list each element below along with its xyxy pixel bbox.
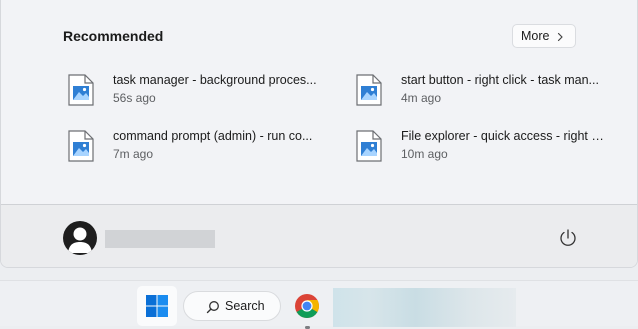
start-menu-panel: Recommended More task manager - backgrou…: [0, 0, 638, 268]
more-button-label: More: [521, 29, 550, 43]
image-file-icon: [356, 74, 382, 106]
item-time: 4m ago: [401, 91, 442, 105]
item-time: 7m ago: [113, 147, 154, 161]
recommended-item[interactable]: task manager - background proces... 56s …: [68, 72, 328, 112]
recommended-header: Recommended More: [63, 24, 576, 50]
item-name: start button - right click - task man...: [401, 73, 599, 87]
recommended-item[interactable]: command prompt (admin) - run co... 7m ag…: [68, 128, 328, 168]
user-name-redacted[interactable]: [105, 230, 215, 248]
windows-logo-icon: [146, 295, 168, 317]
taskbar-search[interactable]: Search: [183, 291, 281, 321]
power-icon[interactable]: [556, 226, 580, 250]
item-time: 56s ago: [113, 91, 156, 105]
image-file-icon: [68, 130, 94, 162]
search-label: Search: [225, 299, 265, 313]
taskbar: Search: [0, 280, 638, 329]
recommended-item[interactable]: File explorer - quick access - right c..…: [356, 128, 616, 168]
search-icon: [206, 301, 219, 314]
image-file-icon: [356, 130, 382, 162]
item-time: 10m ago: [401, 147, 448, 161]
start-menu-footer: [1, 204, 637, 267]
user-avatar[interactable]: [63, 221, 97, 255]
start-button[interactable]: [137, 286, 177, 326]
user-icon: [68, 227, 92, 253]
item-name: File explorer - quick access - right c..…: [401, 129, 606, 143]
chevron-right-icon: [557, 32, 563, 42]
chrome-taskbar-button[interactable]: [289, 286, 325, 329]
item-name: task manager - background proces...: [113, 73, 317, 87]
more-button[interactable]: More: [512, 24, 576, 48]
item-name: command prompt (admin) - run co...: [113, 129, 313, 143]
blurred-taskbar-apps: [333, 288, 516, 327]
recommended-item[interactable]: start button - right click - task man...…: [356, 72, 616, 112]
image-file-icon: [68, 74, 94, 106]
chrome-icon: [295, 294, 319, 318]
recommended-title: Recommended: [63, 28, 164, 44]
